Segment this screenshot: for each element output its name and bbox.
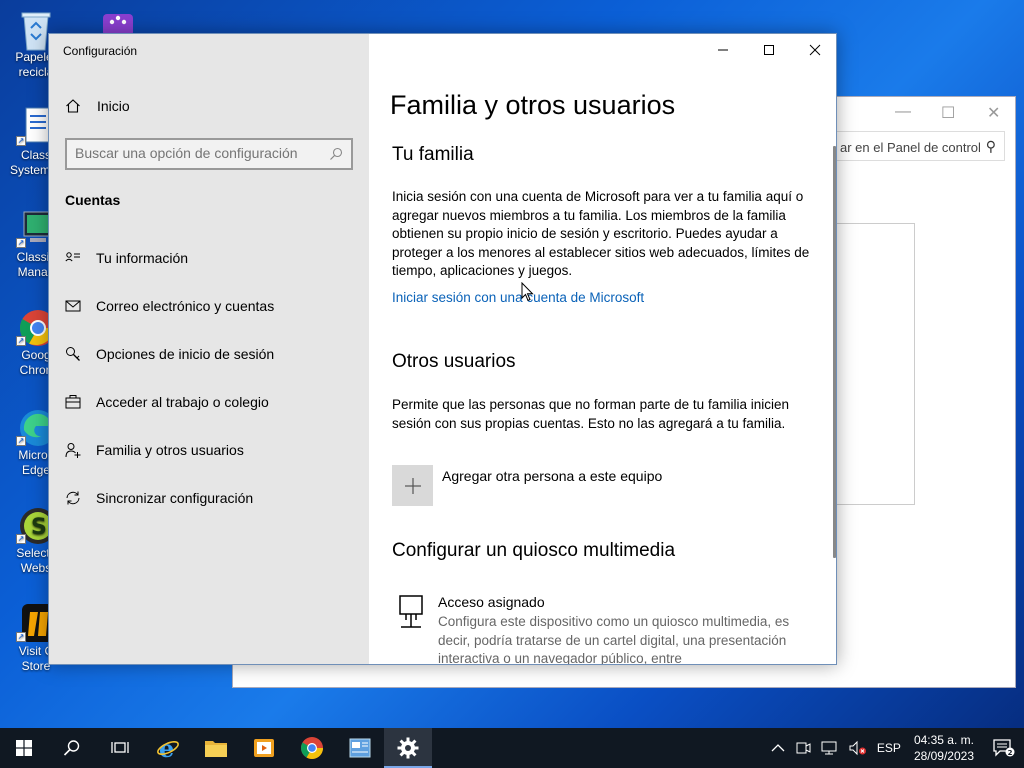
taskbar-internet-explorer[interactable]: e — [144, 728, 192, 768]
kiosk-icon — [399, 595, 423, 628]
person-card-icon — [65, 252, 80, 262]
nav-item-trabajo-colegio[interactable]: Acceder al trabajo o colegio — [49, 378, 369, 426]
settings-search-field[interactable] — [75, 145, 315, 161]
settings-sidebar: Configuración Inicio Cuentas Tu informac… — [49, 34, 369, 664]
control-panel-icon — [349, 738, 371, 758]
key-icon — [66, 347, 80, 361]
other-users-description: Permite que las personas que no forman p… — [392, 397, 789, 431]
windows-logo-icon — [16, 740, 32, 756]
home-icon — [66, 99, 80, 113]
settings-nav: Tu información Correo electrónico y cuen… — [49, 234, 369, 522]
taskbar-media-player[interactable] — [240, 728, 288, 768]
background-content-panel — [837, 223, 915, 505]
dice-icon[interactable] — [100, 12, 136, 36]
settings-window[interactable]: Configuración Inicio Cuentas Tu informac… — [48, 33, 837, 665]
nav-item-sincronizar[interactable]: Sincronizar configuración — [49, 474, 369, 522]
settings-search-input[interactable] — [65, 138, 353, 170]
clock-time: 04:35 a. m. — [913, 733, 974, 747]
kiosk-heading: Configurar un quiosco multimedia — [392, 540, 676, 561]
search-button[interactable] — [48, 728, 96, 768]
page-title: Familia y otros usuarios — [390, 90, 676, 120]
assigned-access-description: Configura este dispositivo como un quios… — [438, 614, 790, 665]
nav-item-label: Correo electrónico y cuentas — [96, 298, 275, 314]
control-panel-search-placeholder: ar en el Panel de control — [840, 140, 981, 155]
sync-icon — [66, 491, 80, 505]
window-title: Configuración — [63, 44, 138, 58]
chevron-up-icon — [771, 744, 785, 752]
notification-count: 2 — [1008, 749, 1013, 757]
close-icon — [809, 44, 821, 56]
nav-item-label: Sincronizar configuración — [96, 490, 254, 506]
other-users-heading: Otros usuarios — [392, 351, 516, 372]
nav-item-familia[interactable]: Familia y otros usuarios — [49, 426, 369, 474]
add-person-button[interactable] — [392, 465, 433, 506]
section-title: Cuentas — [65, 192, 121, 208]
content-scrollbar[interactable] — [833, 146, 836, 558]
media-player-icon — [254, 739, 274, 757]
plus-icon — [404, 477, 421, 494]
search-icon — [330, 147, 343, 160]
taskbar-settings[interactable] — [384, 728, 432, 768]
nav-item-label: Tu información — [96, 250, 189, 266]
mouse-cursor-icon — [521, 282, 534, 302]
briefcase-icon — [65, 395, 81, 409]
close-icon[interactable]: ✕ — [987, 103, 1000, 123]
system-tray: ESP 04:35 a. m. 28/09/2023 2 — [766, 728, 1024, 768]
microsoft-signin-link[interactable]: Iniciar sesión con una cuenta de Microso… — [392, 290, 644, 305]
task-view-button[interactable] — [96, 728, 144, 768]
home-button[interactable]: Inicio — [65, 98, 130, 114]
nav-item-label: Opciones de inicio de sesión — [96, 346, 275, 362]
maximize-icon — [764, 45, 774, 55]
start-button[interactable] — [0, 728, 48, 768]
clock[interactable]: 04:35 a. m. 28/09/2023 — [914, 732, 974, 764]
taskbar-control-panel[interactable] — [336, 728, 384, 768]
close-button[interactable] — [792, 34, 836, 66]
nav-item-tu-informacion[interactable]: Tu información — [49, 234, 369, 282]
settings-content: Familia y otros usuarios Tu familia Inic… — [369, 34, 836, 665]
minimize-icon — [718, 49, 728, 51]
clock-date: 28/09/2023 — [913, 749, 974, 763]
taskbar-file-explorer[interactable] — [192, 728, 240, 768]
family-description: Inicia sesión con una cuenta de Microsof… — [392, 189, 810, 278]
svg-text:S: S — [31, 515, 47, 540]
minimize-icon[interactable]: — — [895, 103, 911, 121]
home-label: Inicio — [97, 98, 130, 114]
mail-icon — [65, 300, 81, 312]
nav-item-label: Familia y otros usuarios — [96, 442, 244, 458]
control-panel-search-input[interactable]: ar en el Panel de control ⚲ — [835, 131, 1005, 161]
gear-icon — [397, 737, 419, 759]
notification-icon: 2 — [993, 739, 1015, 757]
tray-device-icon — [796, 742, 811, 754]
maximize-icon[interactable]: ☐ — [941, 103, 955, 123]
network-icon — [821, 741, 837, 755]
family-heading: Tu familia — [392, 144, 474, 165]
nav-item-correo[interactable]: Correo electrónico y cuentas — [49, 282, 369, 330]
search-icon — [63, 740, 80, 756]
add-person-label[interactable]: Agregar otra persona a este equipo — [442, 468, 662, 484]
taskbar-chrome[interactable] — [288, 728, 336, 768]
maximize-button[interactable] — [746, 34, 792, 66]
minimize-button[interactable] — [700, 34, 746, 66]
folder-icon — [205, 741, 227, 757]
window-controls — [700, 34, 836, 66]
tray-app-icon[interactable] — [795, 740, 811, 756]
svg-text:e: e — [159, 736, 174, 760]
show-hidden-icons-button[interactable] — [771, 743, 785, 753]
chrome-icon — [301, 737, 323, 759]
search-icon: ⚲ — [985, 138, 996, 154]
volume-button[interactable] — [849, 740, 867, 756]
assigned-access-link[interactable]: Acceso asignado — [438, 594, 545, 610]
notifications-button[interactable]: 2 — [984, 728, 1024, 768]
nav-item-label: Acceder al trabajo o colegio — [96, 394, 269, 410]
language-indicator[interactable]: ESP — [877, 741, 901, 755]
network-button[interactable] — [821, 740, 839, 756]
person-add-icon — [65, 443, 81, 458]
internet-explorer-icon: e — [157, 736, 179, 760]
volume-muted-icon — [849, 740, 866, 756]
taskbar: e ESP 04:35 a. m. 28/09/2023 2 — [0, 728, 1024, 768]
task-view-icon — [111, 742, 129, 753]
nav-item-inicio-sesion[interactable]: Opciones de inicio de sesión — [49, 330, 369, 378]
